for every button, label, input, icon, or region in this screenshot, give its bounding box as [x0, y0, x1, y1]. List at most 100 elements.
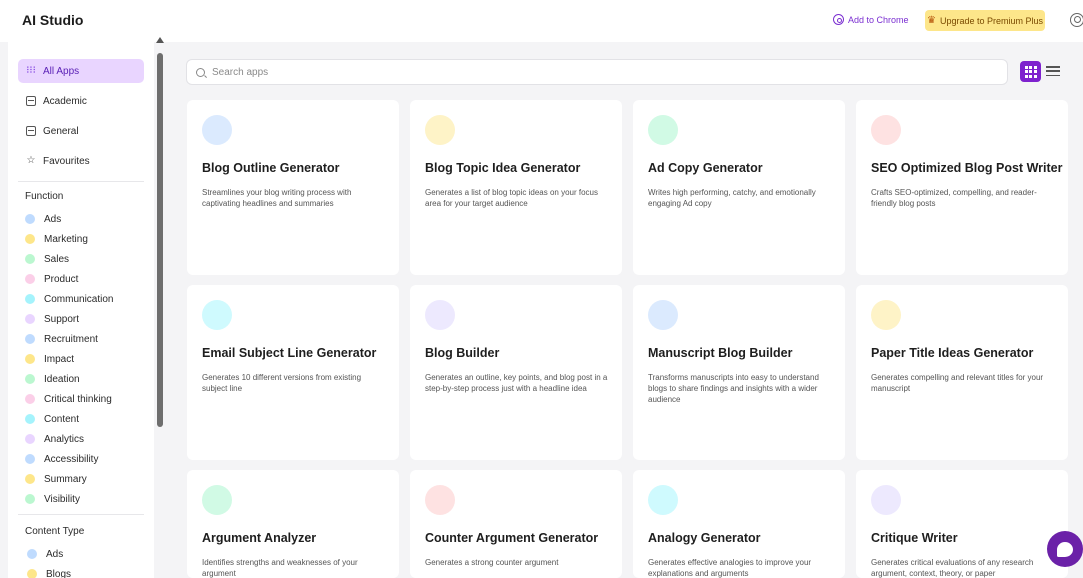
color-dot-icon: [25, 254, 35, 264]
grid-view-button[interactable]: [1020, 61, 1041, 82]
function-filter-label: Support: [44, 313, 80, 325]
function-filter-label: Impact: [44, 353, 75, 365]
app-card-title: SEO Optimized Blog Post Writer: [871, 161, 1063, 175]
chat-support-button[interactable]: [1047, 531, 1083, 567]
app-card[interactable]: Critique Writer Generates critical evalua…: [856, 470, 1068, 578]
app-card-icon: [648, 300, 678, 330]
app-card[interactable]: Analogy Generator Generates effective ana…: [633, 470, 845, 578]
color-dot-icon: [25, 474, 35, 484]
brand-title[interactable]: AI Studio: [22, 12, 83, 28]
function-filter-item[interactable]: Sales: [25, 252, 69, 266]
color-dot-icon: [27, 549, 37, 559]
app-card-title: Email Subject Line Generator: [202, 346, 377, 360]
app-card[interactable]: Ad Copy Generator Writes high performing,…: [633, 100, 845, 275]
chat-icon: [1057, 541, 1073, 557]
upgrade-button[interactable]: ♛ Upgrade to Premium Plus: [925, 10, 1045, 31]
function-filter-item[interactable]: Critical thinking: [25, 392, 112, 406]
color-dot-icon: [25, 314, 35, 324]
folder-icon: [26, 126, 36, 136]
divider: [18, 514, 144, 515]
color-dot-icon: [25, 374, 35, 384]
app-card-description: Streamlines your blog writing process wi…: [202, 188, 352, 208]
app-card-description: Transforms manuscripts into easy to unde…: [648, 373, 819, 404]
app-card-icon: [648, 115, 678, 145]
sidebar-item-label: Favourites: [43, 155, 90, 167]
function-filter-label: Communication: [44, 293, 114, 305]
app-card[interactable]: Manuscript Blog Builder Transforms manusc…: [633, 285, 845, 460]
app-card[interactable]: Blog Builder Generates an outline, key po…: [410, 285, 622, 460]
color-dot-icon: [25, 454, 35, 464]
app-card[interactable]: Paper Title Ideas Generator Generates com…: [856, 285, 1068, 460]
function-filter-item[interactable]: Ads: [25, 212, 61, 226]
app-card-icon: [425, 485, 455, 515]
function-filter-item[interactable]: Communication: [25, 292, 113, 306]
content-type-filter-item[interactable]: Ads: [27, 547, 63, 561]
sidebar-item-all-apps[interactable]: ⁝⁝⁝ All Apps: [18, 59, 144, 83]
app-card-description: Generates critical evaluations of any re…: [871, 558, 1034, 578]
app-card-description: Crafts SEO-optimized, compelling, and re…: [871, 188, 1037, 208]
sidebar-item-favourites[interactable]: ☆ Favourites: [18, 149, 144, 173]
scroll-up-arrow-icon[interactable]: [156, 37, 164, 43]
sidebar-item-general[interactable]: General: [18, 119, 144, 143]
user-account-icon[interactable]: [1070, 13, 1083, 27]
content-type-filter-label: Blogs: [46, 568, 72, 578]
list-view-button[interactable]: [1046, 65, 1060, 77]
function-filter-item[interactable]: Product: [25, 272, 78, 286]
app-card-title: Analogy Generator: [648, 531, 761, 545]
star-icon: ☆: [26, 155, 36, 166]
function-filter-label: Sales: [44, 253, 70, 265]
function-filter-label: Visibility: [44, 493, 80, 505]
color-dot-icon: [25, 494, 35, 504]
sidebar-item-academic[interactable]: Academic: [18, 89, 144, 113]
content-type-filter-item[interactable]: Blogs: [27, 567, 71, 578]
function-filter-item[interactable]: Content: [25, 412, 79, 426]
function-filter-label: Content: [44, 413, 80, 425]
add-to-chrome-link[interactable]: Add to Chrome: [833, 14, 909, 25]
color-dot-icon: [25, 214, 35, 224]
grid-icon: ⁝⁝⁝: [26, 65, 36, 76]
app-card[interactable]: Blog Topic Idea Generator Generates a lis…: [410, 100, 622, 275]
color-dot-icon: [25, 414, 35, 424]
search-input[interactable]: [212, 66, 992, 78]
function-filter-item[interactable]: Ideation: [25, 372, 80, 386]
function-filter-label: Ideation: [44, 373, 80, 385]
app-card-description: Generates a list of blog topic ideas on …: [425, 188, 598, 208]
function-filter-item[interactable]: Accessibility: [25, 452, 98, 466]
function-filter-label: Summary: [44, 473, 87, 485]
app-card-title: Blog Topic Idea Generator: [425, 161, 581, 175]
sidebar: ⁝⁝⁝ All Apps Academic General ☆ Favourit…: [8, 42, 154, 578]
app-card[interactable]: SEO Optimized Blog Post Writer Crafts SEO…: [856, 100, 1068, 275]
scroll-thumb[interactable]: [157, 53, 163, 427]
function-filter-item[interactable]: Analytics: [25, 432, 84, 446]
app-card-description: Writes high performing, catchy, and emot…: [648, 188, 816, 208]
app-card[interactable]: Blog Outline Generator Streamlines your b…: [187, 100, 399, 275]
function-filter-label: Ads: [44, 213, 62, 225]
function-filter-item[interactable]: Support: [25, 312, 79, 326]
app-card-description: Generates effective analogies to improve…: [648, 558, 812, 578]
app-card-icon: [202, 485, 232, 515]
function-filter-item[interactable]: Visibility: [25, 492, 80, 506]
search-bar[interactable]: [186, 59, 1008, 85]
top-bar: AI Studio Add to Chrome ♛ Upgrade to Pre…: [0, 0, 1083, 42]
app-card-title: Argument Analyzer: [202, 531, 317, 545]
app-card-icon: [425, 300, 455, 330]
function-filter-item[interactable]: Summary: [25, 472, 87, 486]
function-filter-label: Recruitment: [44, 333, 98, 345]
function-filter-label: Product: [44, 273, 79, 285]
sidebar-item-label: General: [43, 125, 79, 137]
app-card-icon: [425, 115, 455, 145]
upgrade-label: Upgrade to Premium Plus: [939, 15, 1043, 26]
function-filter-label: Critical thinking: [44, 393, 112, 405]
function-filter-item[interactable]: Marketing: [25, 232, 88, 246]
app-card-description: Generates compelling and relevant titles…: [871, 373, 1044, 393]
app-card[interactable]: Email Subject Line Generator Generates 10…: [187, 285, 399, 460]
function-filter-item[interactable]: Impact: [25, 352, 74, 366]
color-dot-icon: [25, 354, 35, 364]
app-card[interactable]: Counter Argument Generator Generates a st…: [410, 470, 622, 578]
app-card-title: Ad Copy Generator: [648, 161, 763, 175]
color-dot-icon: [25, 394, 35, 404]
search-icon: [196, 67, 205, 77]
color-dot-icon: [25, 294, 35, 304]
app-card[interactable]: Argument Analyzer Identifies strengths an…: [187, 470, 399, 578]
function-filter-item[interactable]: Recruitment: [25, 332, 98, 346]
